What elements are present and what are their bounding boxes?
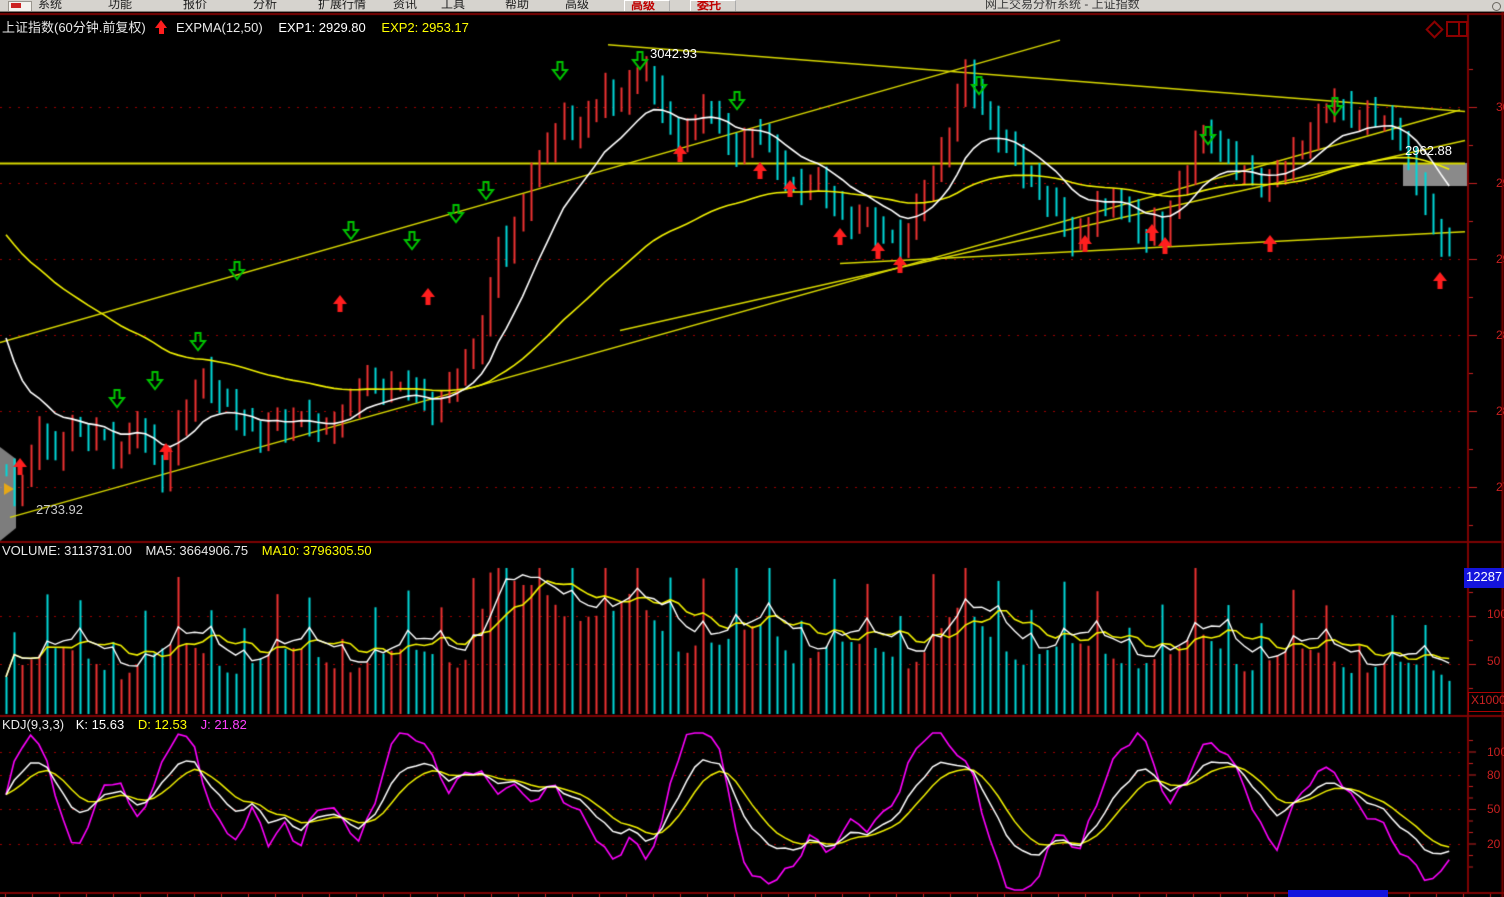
app-root: { "app": { "menu": ["系统","功能","报价","分析",… <box>0 0 1504 897</box>
kdj-d-value: D: 12.53 <box>138 717 187 732</box>
volume-axis-label: 50 <box>1487 654 1500 668</box>
menu-item-tools[interactable]: 工具 <box>441 0 465 12</box>
kdj-k-value: K: 15.63 <box>76 717 124 732</box>
chart-canvas[interactable] <box>0 0 1504 897</box>
menu-item-news[interactable]: 资讯 <box>393 0 417 12</box>
app-logo-icon[interactable] <box>8 1 32 12</box>
volume-ma10-label: MA10: 3796305.50 <box>262 543 372 558</box>
hot-button-2[interactable]: 委托 <box>690 0 736 12</box>
menu-bar: 系统 功能 报价 分析 扩展行情 资讯 工具 帮助 高级 高级 委托 网上交易分… <box>0 0 1504 12</box>
timeline-date-box <box>1288 890 1388 897</box>
volume-axis-label: 100 <box>1487 607 1504 621</box>
exp1-value: EXP1: 2929.80 <box>278 20 365 35</box>
hline-price-label: 2962.88 <box>1405 143 1452 158</box>
indicator-label[interactable]: EXPMA(12,50) <box>176 20 263 35</box>
symbol-period-label: 上证指数(60分钟.前复权) <box>2 20 146 35</box>
price-axis-label: 2850 <box>1496 328 1504 342</box>
up-arrow-icon <box>155 20 168 34</box>
kdj-axis-label: 50 <box>1487 802 1500 816</box>
kdj-indicator-label[interactable]: KDJ(9,3,3) <box>2 717 64 732</box>
menu-item-quote[interactable]: 报价 <box>183 0 207 12</box>
menu-item-advanced[interactable]: 高级 <box>565 0 589 12</box>
kdj-axis-label: 20 <box>1487 837 1500 851</box>
price-pane-header: 上证指数(60分钟.前复权) EXPMA(12,50) EXP1: 2929.8… <box>2 17 469 36</box>
hot-button-1[interactable]: 高级 <box>624 0 670 12</box>
price-axis-label: 2800 <box>1496 404 1504 418</box>
logo-mark-icon <box>11 3 21 8</box>
menu-item-system[interactable]: 系统 <box>38 0 62 12</box>
menu-item-analysis[interactable]: 分析 <box>253 0 277 12</box>
menu-item-function[interactable]: 功能 <box>108 0 132 12</box>
price-axis-label: 2950 <box>1496 176 1504 190</box>
menu-corner-icon[interactable] <box>1492 2 1501 11</box>
low-price-label: 2733.92 <box>36 502 83 517</box>
volume-max-badge: 12287 <box>1464 568 1504 588</box>
kdj-axis-label: 100 <box>1487 745 1504 759</box>
kdj-pane-header: KDJ(9,3,3) K: 15.63 D: 12.53 J: 21.82 <box>2 717 247 732</box>
price-axis-label: 2900 <box>1496 252 1504 266</box>
window-split-icon[interactable] <box>1446 21 1468 37</box>
menu-item-help[interactable]: 帮助 <box>505 0 529 12</box>
price-axis-label: 3000 <box>1496 100 1504 114</box>
volume-multiplier-label: X10000 <box>1468 692 1504 712</box>
exp2-value: EXP2: 2953.17 <box>381 20 468 35</box>
window-title: 网上交易分析系统 - 上证指数 <box>985 0 1140 12</box>
price-axis-label: 2750 <box>1496 480 1504 494</box>
volume-value-label[interactable]: VOLUME: 3113731.00 <box>2 543 132 558</box>
volume-ma5-label: MA5: 3664906.75 <box>145 543 248 558</box>
kdj-j-value: J: 21.82 <box>201 717 247 732</box>
kdj-axis-label: 80 <box>1487 768 1500 782</box>
peak-price-label: 3042.93 <box>650 46 697 61</box>
menu-item-extended[interactable]: 扩展行情 <box>318 0 366 12</box>
volume-pane-header: VOLUME: 3113731.00 MA5: 3664906.75 MA10:… <box>2 543 372 558</box>
